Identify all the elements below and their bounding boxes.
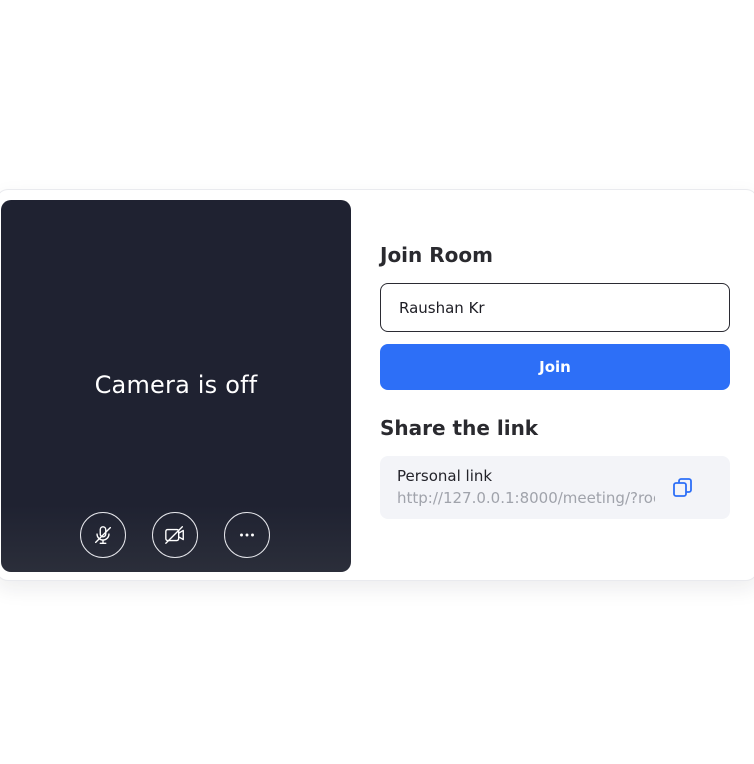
camera-status-text: Camera is off [94,371,258,399]
copy-icon [673,478,692,497]
copy-link-button[interactable] [670,475,696,501]
microphone-off-icon [94,526,112,544]
mute-microphone-button[interactable] [80,512,126,558]
personal-link-box: Personal link http://127.0.0.1:8000/meet… [380,456,730,519]
name-input[interactable] [380,283,730,332]
personal-link-url: http://127.0.0.1:8000/meeting/?roo [397,489,655,507]
more-options-button[interactable] [224,512,270,558]
share-link-title: Share the link [380,416,539,440]
personal-link-label: Personal link [397,467,493,485]
video-preview: Camera is off [1,200,351,572]
more-options-icon [240,533,254,537]
join-room-title: Join Room [380,243,493,267]
toggle-camera-button[interactable] [152,512,198,558]
video-off-icon [165,526,184,544]
join-button[interactable]: Join [380,344,730,390]
